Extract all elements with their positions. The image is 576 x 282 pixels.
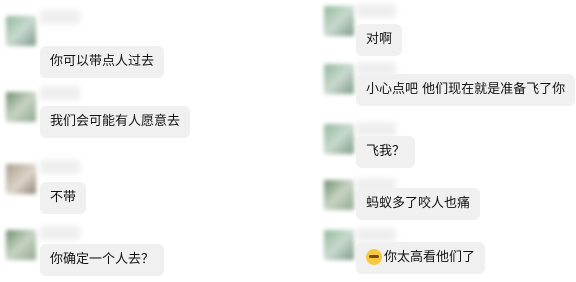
- avatar[interactable]: [324, 6, 354, 36]
- right-chat-column: 对啊 小心点吧 他们现在就是准备飞了你 飞我？ 蚂蚁多了咬人也痛 你太高看他们了: [318, 0, 576, 282]
- message-bubble[interactable]: 飞我？: [356, 136, 416, 168]
- sender-name: [356, 122, 396, 136]
- message-bubble[interactable]: 你太高看他们了: [356, 242, 486, 274]
- avatar[interactable]: [6, 16, 36, 46]
- avatar[interactable]: [6, 164, 36, 194]
- message-bubble[interactable]: 不带: [40, 182, 87, 214]
- message-bubble[interactable]: 小心点吧 他们现在就是准备飞了你: [356, 74, 576, 106]
- sender-name: [356, 4, 396, 18]
- message-bubble[interactable]: 对啊: [356, 24, 403, 56]
- laughing-emoji-icon: [366, 248, 382, 265]
- avatar[interactable]: [324, 64, 354, 94]
- sender-name: [40, 226, 80, 240]
- avatar[interactable]: [6, 92, 36, 122]
- sender-name: [40, 86, 80, 100]
- avatar[interactable]: [324, 230, 354, 260]
- left-chat-column: 你可以带点人过去 我们会可能有人愿意去 不带 你确定一个人去？: [0, 0, 300, 282]
- avatar[interactable]: [324, 180, 354, 210]
- message-text: 你太高看他们了: [384, 250, 476, 265]
- sender-name: [40, 10, 80, 24]
- sender-name: [356, 228, 396, 242]
- avatar[interactable]: [324, 124, 354, 154]
- message-bubble[interactable]: 你确定一个人去？: [40, 244, 165, 276]
- avatar[interactable]: [6, 230, 36, 260]
- message-bubble[interactable]: 你可以带点人过去: [40, 46, 165, 78]
- sender-name: [40, 160, 80, 174]
- message-bubble[interactable]: 我们会可能有人愿意去: [40, 106, 191, 138]
- message-bubble[interactable]: 蚂蚁多了咬人也痛: [356, 188, 481, 220]
